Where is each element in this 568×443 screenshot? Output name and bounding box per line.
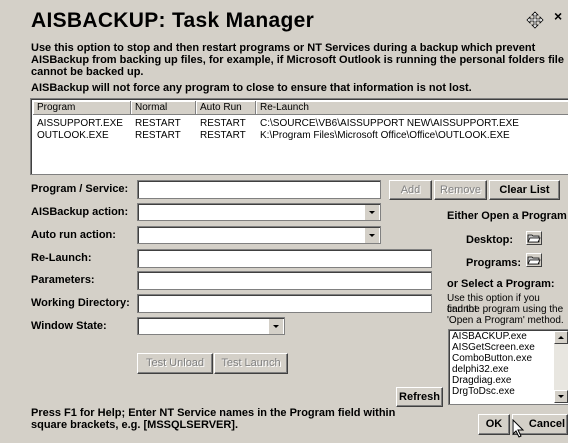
window-state-select[interactable] [137, 317, 285, 335]
aisbackup-action-label: AISBackup action: [31, 206, 129, 218]
list-cell[interactable]: RESTART [200, 118, 246, 129]
parameters-input[interactable] [137, 271, 432, 290]
close-icon[interactable]: × [554, 8, 562, 24]
test-launch-button-label: Test Launch [221, 357, 281, 369]
relaunch-label: Re-Launch: [31, 252, 92, 264]
add-button-label: Add [400, 184, 421, 196]
working-directory-label: Working Directory: [31, 297, 130, 309]
ok-button[interactable]: OK [478, 414, 510, 435]
column-header-auto-run[interactable]: Auto Run [196, 101, 256, 115]
window-state-label: Window State: [31, 320, 107, 332]
add-button[interactable]: Add [389, 180, 432, 200]
list-cell[interactable]: RESTART [135, 130, 181, 141]
programs-folder-icon[interactable] [526, 253, 542, 267]
remove-button-label: Remove [440, 184, 481, 196]
chevron-down-icon[interactable] [268, 319, 283, 334]
column-header-normal[interactable]: Normal [131, 101, 196, 115]
list-cell[interactable]: OUTLOOK.EXE [37, 130, 109, 141]
warning-text: AISBackup will not force any program to … [31, 82, 472, 94]
list-item[interactable]: AISBACKUP.exe [452, 332, 527, 342]
scroll-down-icon[interactable] [554, 390, 568, 403]
mouse-pointer-icon [512, 419, 525, 438]
programs-label: Programs: [466, 257, 522, 269]
column-header-program[interactable]: Program [33, 101, 131, 115]
list-item[interactable]: DrgToDsc.exe [452, 387, 515, 397]
list-item[interactable]: Dragdiag.exe [452, 376, 511, 386]
desktop-label: Desktop: [466, 234, 514, 246]
hint-line-2: find the program using the [447, 304, 564, 315]
program-service-input[interactable] [137, 180, 381, 199]
working-directory-input[interactable] [137, 294, 432, 313]
task-manager-window: { "window": { "title": "AISBACKUP: Task … [0, 0, 568, 443]
clear-list-button-label: Clear List [499, 184, 550, 196]
list-scrollbar[interactable] [554, 331, 568, 403]
program-service-label: Program / Service: [31, 183, 129, 195]
list-item[interactable]: AISGetScreen.exe [452, 343, 535, 353]
chevron-down-icon[interactable] [364, 205, 379, 220]
list-item[interactable]: ComboButton.exe [452, 354, 532, 364]
help-footer: Press F1 for Help; Enter NT Service name… [31, 407, 395, 431]
test-unload-button-label: Test Unload [145, 357, 205, 369]
column-header-relaunch[interactable]: Re-Launch [256, 101, 568, 115]
footer-line-2: square brackets, e.g. [MSSQLSERVER]. [31, 419, 239, 431]
test-unload-button[interactable]: Test Unload [137, 353, 213, 374]
list-cell[interactable]: RESTART [135, 118, 181, 129]
list-item[interactable]: delphi32.exe [452, 365, 509, 375]
desktop-folder-icon[interactable] [526, 231, 542, 245]
clear-list-button[interactable]: Clear List [489, 180, 560, 200]
refresh-button-label: Refresh [399, 391, 440, 403]
description-text: Use this option to stop and then restart… [31, 42, 564, 78]
remove-button[interactable]: Remove [434, 180, 487, 200]
list-cell[interactable]: AISSUPPORT.EXE [37, 118, 123, 129]
scroll-up-icon[interactable] [554, 331, 568, 344]
list-cell[interactable]: RESTART [200, 130, 246, 141]
cancel-button-label: Cancel [528, 418, 565, 430]
list-cell[interactable]: C:\SOURCE\VB6\AISSUPPORT NEW\AISSUPPORT.… [260, 118, 519, 129]
hint-line-3: 'Open a Program' method. [447, 315, 564, 326]
or-select-heading: or Select a Program: [447, 278, 555, 290]
aisbackup-action-select[interactable] [137, 203, 381, 221]
footer-line-1: Press F1 for Help; Enter NT Service name… [31, 407, 396, 419]
auto-run-action-label: Auto run action: [31, 229, 116, 241]
program-select-list[interactable]: AISBACKUP.exe AISGetScreen.exe ComboButt… [448, 329, 568, 405]
test-launch-button[interactable]: Test Launch [214, 353, 288, 374]
either-open-heading: Either Open a Program [447, 210, 567, 222]
window-title: AISBACKUP: Task Manager [31, 9, 315, 32]
ok-button-label: OK [485, 418, 503, 430]
relaunch-input[interactable] [137, 249, 432, 268]
parameters-label: Parameters: [31, 274, 95, 286]
list-cell[interactable]: K:\Program Files\Microsoft Office\Office… [260, 130, 510, 141]
auto-run-action-select[interactable] [137, 226, 381, 244]
chevron-down-icon[interactable] [364, 228, 379, 243]
refresh-button[interactable]: Refresh [396, 387, 443, 407]
move-cursor-icon[interactable] [526, 11, 544, 29]
program-list[interactable]: Program Normal Auto Run Re-Launch AISSUP… [30, 98, 568, 175]
